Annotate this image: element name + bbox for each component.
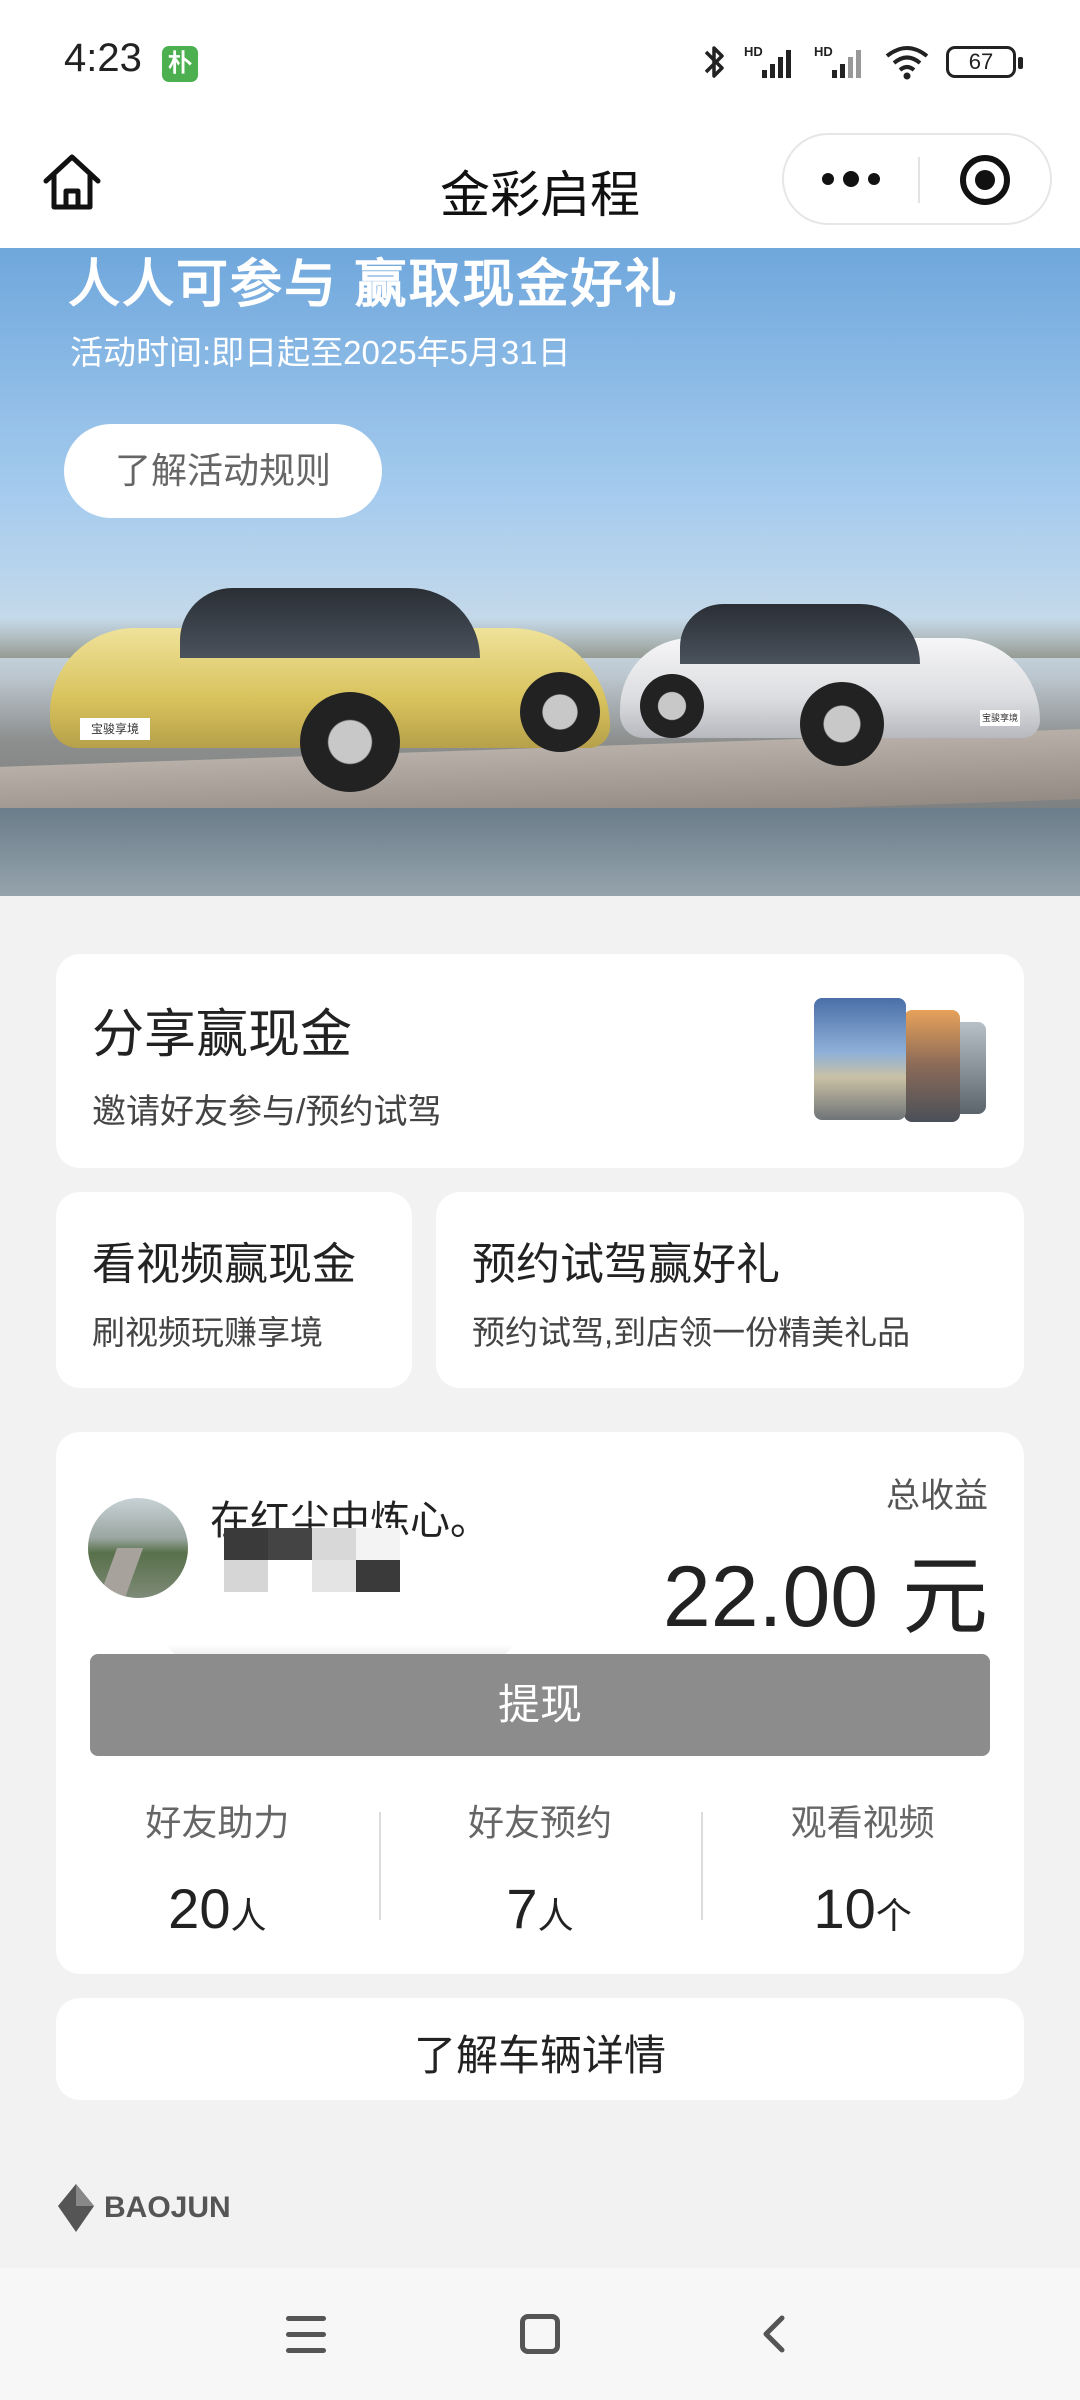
- miniprogram-capsule: [782, 133, 1052, 225]
- video-card-title: 看视频赢现金: [92, 1240, 356, 1289]
- brand-name: BAOJUN: [104, 2191, 231, 2224]
- hero-banner: 宝骏享境 宝骏享境 人人可参与 赢取现金好礼 活动时间:即日起至2025年5月3…: [0, 248, 1080, 896]
- stat-value: 7: [506, 1877, 538, 1940]
- status-icons: HD HD 67: [702, 38, 1023, 86]
- menu-icon[interactable]: [286, 2316, 326, 2353]
- car-plate: 宝骏享境: [80, 718, 150, 740]
- miniprogram-close-icon[interactable]: [960, 155, 1010, 205]
- back-icon[interactable]: [756, 2314, 796, 2354]
- test-drive-card-title: 预约试驾赢好礼: [472, 1240, 780, 1289]
- system-nav-bar: [0, 2268, 1080, 2400]
- more-dots-icon[interactable]: [784, 135, 918, 223]
- stat-unit: 个: [875, 1895, 912, 1936]
- hero-period: 活动时间:即日起至2025年5月31日: [70, 334, 571, 371]
- capsule-divider: [918, 157, 920, 203]
- yellow-car-image: 宝骏享境: [50, 588, 610, 792]
- share-thumbnails: [814, 998, 990, 1124]
- white-car-image: 宝骏享境: [620, 598, 1040, 766]
- redacted-mosaic: [224, 1528, 400, 1592]
- avatar: [88, 1498, 188, 1598]
- hero-headline: 人人可参与 赢取现金好礼: [68, 256, 679, 314]
- stat-friend-booking[interactable]: 好友预约 7人: [378, 1794, 702, 1944]
- share-card-subtitle: 邀请好友参与/预约试驾: [92, 1093, 442, 1131]
- share-card[interactable]: 分享赢现金 邀请好友参与/预约试驾: [56, 954, 1024, 1168]
- status-time: 4:23: [64, 36, 142, 80]
- baojun-logo-icon: [58, 2184, 94, 2232]
- battery-icon: 67: [946, 46, 1023, 78]
- svg-text:HD: HD: [814, 44, 833, 59]
- nav-bar: 金彩启程: [0, 125, 1080, 248]
- share-card-title: 分享赢现金: [92, 1006, 353, 1064]
- car-plate: 宝骏享境: [980, 710, 1020, 726]
- signal-hd-icon: HD: [814, 44, 861, 78]
- stat-value: 20: [168, 1877, 231, 1940]
- home-square-icon[interactable]: [520, 2314, 560, 2354]
- total-earnings-label: 总收益: [886, 1477, 988, 1515]
- app-notification-icon: 朴: [162, 46, 198, 82]
- stat-videos-watched[interactable]: 观看视频 10个: [701, 1794, 1024, 1944]
- earnings-card: 在红尘中炼心。 总收益 22.00 元 提现 好友助力 20人 好友预约 7人 …: [56, 1432, 1024, 1974]
- video-card-subtitle: 刷视频玩赚享境: [92, 1314, 323, 1351]
- activity-rules-button[interactable]: 了解活动规则: [64, 424, 382, 518]
- stat-unit: 人: [230, 1895, 267, 1936]
- wifi-icon: [885, 46, 929, 80]
- bluetooth-icon: [704, 46, 724, 78]
- stat-friend-help[interactable]: 好友助力 20人: [56, 1794, 379, 1944]
- total-earnings-amount: 22.00 元: [662, 1549, 988, 1645]
- test-drive-card-subtitle: 预约试驾,到店领一份精美礼品: [472, 1314, 911, 1351]
- video-card[interactable]: 看视频赢现金 刷视频玩赚享境: [56, 1192, 412, 1388]
- brand-logo: BAOJUN: [56, 2178, 231, 2238]
- stat-value: 10: [813, 1877, 876, 1940]
- svg-text:HD: HD: [744, 44, 763, 59]
- status-bar: 4:23 朴 HD HD 67: [0, 0, 1080, 125]
- hero-water: [0, 808, 1080, 896]
- signal-hd-icon: HD: [744, 44, 791, 78]
- thumbnail-image: [904, 1010, 960, 1122]
- stat-label: 好友助力: [145, 1802, 290, 1843]
- thumbnail-image: [814, 998, 906, 1120]
- stat-label: 观看视频: [790, 1802, 935, 1843]
- vehicle-details-label: 了解车辆详情: [413, 2032, 666, 2079]
- stat-label: 好友预约: [468, 1802, 613, 1843]
- vehicle-details-button[interactable]: 了解车辆详情: [56, 1998, 1024, 2100]
- stat-unit: 人: [537, 1895, 574, 1936]
- test-drive-card[interactable]: 预约试驾赢好礼 预约试驾,到店领一份精美礼品: [436, 1192, 1024, 1388]
- withdraw-button[interactable]: 提现: [90, 1654, 990, 1756]
- stats-row: 好友助力 20人 好友预约 7人 观看视频 10个: [56, 1794, 1024, 1944]
